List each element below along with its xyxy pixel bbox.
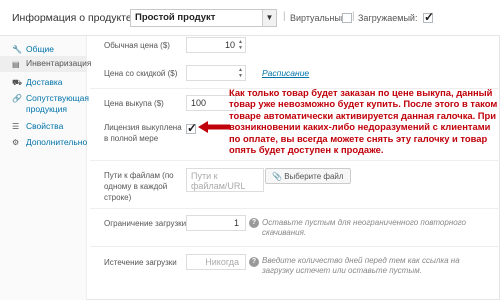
sale-price-label: Цена со скидкой ($) bbox=[104, 69, 178, 78]
attachment-icon: 📎 bbox=[272, 172, 285, 181]
product-type-value: Простой продукт bbox=[135, 12, 216, 23]
separator: | bbox=[352, 11, 355, 22]
tab-label: Свойства bbox=[26, 121, 64, 131]
tab-linked-products[interactable]: 🔗 Сопутствующая продукция bbox=[0, 93, 89, 117]
downloadable-checkbox[interactable]: ✓ bbox=[423, 10, 435, 24]
divider bbox=[90, 246, 500, 247]
download-expiry-label: Истечение загрузки bbox=[104, 258, 177, 267]
chevron-down-icon: ▼ bbox=[262, 10, 276, 26]
tab-shipping[interactable]: ⛟ Доставка bbox=[0, 77, 87, 89]
regular-price-input[interactable]: 10 ▲ ▼ bbox=[186, 37, 246, 53]
tab-advanced[interactable]: ⚙ Дополнительно bbox=[0, 137, 87, 149]
regular-price-value: 10 bbox=[224, 40, 235, 50]
tab-general[interactable]: 🔧 Общие bbox=[0, 44, 87, 56]
help-icon[interactable]: ? bbox=[249, 257, 259, 267]
virtual-label: Виртуальный: bbox=[290, 13, 349, 23]
tab-label: Сопутствующая продукция bbox=[26, 93, 89, 114]
sale-price-input[interactable]: ▲ ▼ bbox=[186, 65, 246, 81]
file-paths-placeholder: Пути к файлам/URL bbox=[191, 171, 246, 191]
wrench-icon: 🔧 bbox=[12, 45, 22, 54]
product-type-select[interactable]: Простой продукт ▼ bbox=[130, 9, 277, 27]
product-data-tabs bbox=[0, 36, 87, 300]
divider bbox=[90, 160, 500, 161]
buyout-price-value: 100 bbox=[191, 98, 207, 108]
panel-header: Информация о продукте — Простой продукт … bbox=[0, 0, 500, 36]
gear-icon: ⚙ bbox=[12, 138, 20, 147]
choose-file-label: Выберите файл bbox=[284, 172, 344, 181]
red-arrow-icon bbox=[198, 121, 230, 133]
tab-label: Общие bbox=[26, 44, 54, 54]
panel-title: Информация о продукте — bbox=[12, 12, 146, 24]
license-label: Лицензия выкуплена в полной мере bbox=[104, 123, 182, 143]
tab-label: Доставка bbox=[26, 77, 63, 87]
tab-attributes[interactable]: ☰ Свойства bbox=[0, 121, 87, 133]
download-expiry-placeholder: Никогда bbox=[205, 257, 239, 267]
inventory-icon: ▤ bbox=[12, 60, 20, 69]
license-checkbox[interactable]: ✓ bbox=[186, 121, 198, 135]
choose-file-button[interactable]: 📎 Выберите файл bbox=[265, 168, 351, 184]
file-paths-label: Пути к файлам (по одному в каждой строке… bbox=[104, 171, 174, 202]
download-expiry-input[interactable]: Никогда bbox=[186, 254, 246, 270]
download-limit-help: Оставьте пустым для неограниченного повт… bbox=[262, 218, 466, 237]
spinner-icon[interactable]: ▲ ▼ bbox=[237, 67, 244, 79]
buyout-price-label: Цена выкупа ($) bbox=[104, 99, 164, 108]
schedule-link[interactable]: Расписание bbox=[262, 68, 309, 78]
downloadable-label: Загружаемый: bbox=[358, 13, 418, 23]
spinner-icon[interactable]: ▲ ▼ bbox=[237, 39, 244, 51]
tab-label: Дополнительно bbox=[26, 137, 88, 147]
regular-price-label: Обычная цена ($) bbox=[104, 41, 170, 50]
download-limit-label: Ограничение загрузки bbox=[104, 219, 187, 228]
annotation-note: Как только товар будет заказан по цене в… bbox=[229, 87, 498, 156]
tab-label: Инвентаризация bbox=[26, 58, 92, 68]
help-icon[interactable]: ? bbox=[249, 218, 259, 228]
check-icon: ✓ bbox=[424, 10, 435, 24]
tab-inventory[interactable]: ▤ Инвентаризация bbox=[0, 56, 92, 72]
virtual-checkbox[interactable] bbox=[342, 13, 352, 23]
link-icon: 🔗 bbox=[12, 94, 22, 103]
truck-icon: ⛟ bbox=[12, 78, 23, 87]
separator: | bbox=[283, 11, 286, 22]
list-icon: ☰ bbox=[12, 122, 20, 131]
divider bbox=[90, 208, 500, 209]
download-limit-value: 1 bbox=[233, 218, 239, 228]
download-expiry-help: Введите количество дней перед тем как сс… bbox=[262, 256, 460, 275]
download-limit-input[interactable]: 1 bbox=[186, 215, 246, 231]
file-paths-input[interactable]: Пути к файлам/URL bbox=[186, 168, 264, 192]
check-icon: ✓ bbox=[187, 121, 198, 135]
